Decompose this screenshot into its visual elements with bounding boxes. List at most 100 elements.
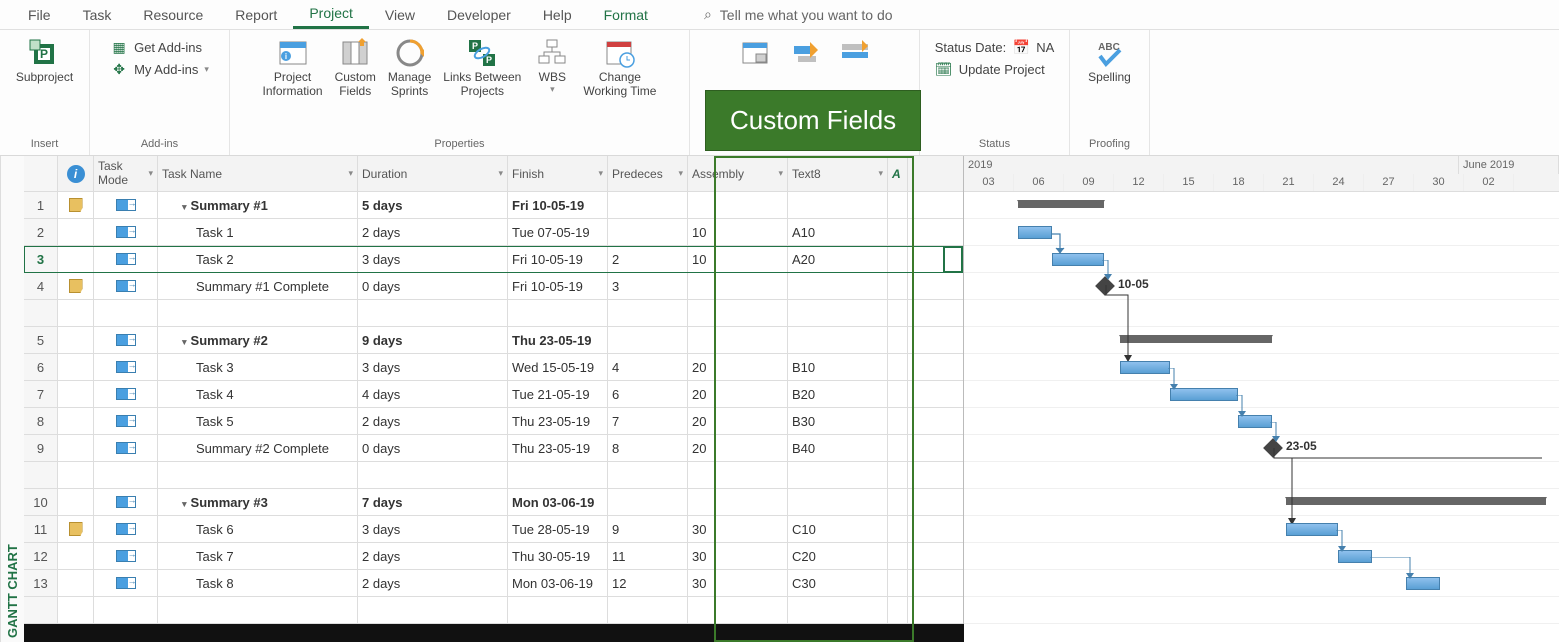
menu-file[interactable]: File — [12, 2, 67, 28]
duration-cell[interactable]: 0 days — [358, 273, 508, 299]
duration-cell[interactable]: 4 days — [358, 381, 508, 407]
task-mode-cell[interactable] — [94, 192, 158, 218]
finish-cell[interactable]: Thu 23-05-19 — [508, 408, 608, 434]
table-row[interactable]: 5Summary #29 daysThu 23-05-19 — [24, 327, 963, 354]
links-between-projects-button[interactable]: PP Links Between Projects — [437, 34, 527, 100]
task-name-cell[interactable]: Task 3 — [158, 354, 358, 380]
table-row[interactable] — [24, 597, 963, 624]
task-name-cell[interactable]: Task 4 — [158, 381, 358, 407]
text8-cell[interactable] — [788, 462, 888, 488]
finish-cell[interactable]: Thu 30-05-19 — [508, 543, 608, 569]
extra-cell[interactable] — [888, 597, 908, 623]
assembly-cell[interactable]: 10 — [688, 246, 788, 272]
extra-cell[interactable] — [888, 246, 908, 272]
extra-cell[interactable] — [888, 219, 908, 245]
task-name-cell[interactable]: Task 8 — [158, 570, 358, 596]
manage-sprints-button[interactable]: Manage Sprints — [382, 34, 437, 100]
row-number[interactable]: 12 — [24, 543, 58, 569]
table-row[interactable]: 3Task 23 daysFri 10-05-19210A20 — [24, 246, 963, 273]
extra-cell[interactable] — [888, 435, 908, 461]
indicator-cell[interactable] — [58, 408, 94, 434]
row-number[interactable]: 8 — [24, 408, 58, 434]
row-number[interactable]: 13 — [24, 570, 58, 596]
assembly-cell[interactable]: 20 — [688, 435, 788, 461]
extra-cell[interactable] — [888, 273, 908, 299]
assembly-cell[interactable] — [688, 327, 788, 353]
spelling-button[interactable]: ABC Spelling — [1082, 34, 1137, 86]
text8-cell[interactable]: A10 — [788, 219, 888, 245]
hdr-indicators[interactable]: i — [58, 156, 94, 191]
duration-cell[interactable]: 3 days — [358, 354, 508, 380]
assembly-cell[interactable]: 10 — [688, 219, 788, 245]
task-mode-cell[interactable] — [94, 408, 158, 434]
gantt-task-bar[interactable] — [1286, 523, 1338, 536]
finish-cell[interactable]: Thu 23-05-19 — [508, 327, 608, 353]
text8-cell[interactable] — [788, 300, 888, 326]
indicator-cell[interactable] — [58, 489, 94, 515]
hdr-finish[interactable]: Finish — [508, 156, 608, 191]
hdr-predecessors[interactable]: Predeces — [608, 156, 688, 191]
menu-resource[interactable]: Resource — [127, 2, 219, 28]
row-number[interactable]: 2 — [24, 219, 58, 245]
text8-cell[interactable] — [788, 327, 888, 353]
assembly-cell[interactable] — [688, 489, 788, 515]
predecessors-cell[interactable] — [608, 489, 688, 515]
text8-cell[interactable] — [788, 597, 888, 623]
project-information-button[interactable]: i Project Information — [257, 34, 329, 100]
gantt-row[interactable] — [964, 570, 1559, 597]
finish-cell[interactable] — [508, 462, 608, 488]
task-mode-cell[interactable] — [94, 489, 158, 515]
task-mode-cell[interactable] — [94, 354, 158, 380]
table-row[interactable]: 10Summary #37 daysMon 03-06-19 — [24, 489, 963, 516]
update-project-button[interactable]: 🗓 Update Project — [935, 60, 1055, 78]
hdr-task-name[interactable]: Task Name — [158, 156, 358, 191]
gantt-chart[interactable]: 2019 June 2019 0306091215182124273002 10… — [964, 156, 1559, 642]
table-row[interactable]: 8Task 52 daysThu 23-05-19720B30 — [24, 408, 963, 435]
predecessors-cell[interactable] — [608, 219, 688, 245]
gantt-row[interactable] — [964, 354, 1559, 381]
text8-cell[interactable]: C10 — [788, 516, 888, 542]
get-addins-button[interactable]: ▦ Get Add-ins — [110, 38, 209, 56]
task-mode-cell[interactable] — [94, 246, 158, 272]
table-row[interactable]: 13Task 82 daysMon 03-06-191230C30 — [24, 570, 963, 597]
task-mode-cell[interactable] — [94, 570, 158, 596]
gantt-task-bar[interactable] — [1120, 361, 1170, 374]
indicator-cell[interactable] — [58, 354, 94, 380]
gantt-row[interactable] — [964, 597, 1559, 624]
gantt-row[interactable] — [964, 381, 1559, 408]
predecessors-cell[interactable]: 11 — [608, 543, 688, 569]
row-number[interactable] — [24, 300, 58, 326]
predecessors-cell[interactable]: 4 — [608, 354, 688, 380]
finish-cell[interactable]: Thu 23-05-19 — [508, 435, 608, 461]
finish-cell[interactable] — [508, 300, 608, 326]
predecessors-cell[interactable] — [608, 300, 688, 326]
assembly-cell[interactable]: 30 — [688, 543, 788, 569]
assembly-cell[interactable]: 20 — [688, 381, 788, 407]
assembly-cell[interactable]: 20 — [688, 354, 788, 380]
assembly-cell[interactable]: 30 — [688, 570, 788, 596]
table-row[interactable]: 11Task 63 daysTue 28-05-19930C10 — [24, 516, 963, 543]
finish-cell[interactable]: Mon 03-06-19 — [508, 570, 608, 596]
indicator-cell[interactable] — [58, 570, 94, 596]
schedule-button-2[interactable] — [780, 34, 830, 72]
gantt-summary-bar[interactable] — [1120, 335, 1272, 343]
predecessors-cell[interactable] — [608, 192, 688, 218]
indicator-cell[interactable] — [58, 597, 94, 623]
extra-cell[interactable] — [888, 327, 908, 353]
finish-cell[interactable]: Wed 15-05-19 — [508, 354, 608, 380]
schedule-button-1[interactable] — [730, 34, 780, 72]
duration-cell[interactable]: 9 days — [358, 327, 508, 353]
duration-cell[interactable]: 2 days — [358, 219, 508, 245]
table-row[interactable]: 9Summary #2 Complete0 daysThu 23-05-1982… — [24, 435, 963, 462]
finish-cell[interactable]: Fri 10-05-19 — [508, 273, 608, 299]
hdr-assembly[interactable]: Assembly — [688, 156, 788, 191]
text8-cell[interactable]: A20 — [788, 246, 888, 272]
table-row[interactable]: 6Task 33 daysWed 15-05-19420B10 — [24, 354, 963, 381]
row-number[interactable]: 10 — [24, 489, 58, 515]
task-name-cell[interactable] — [158, 300, 358, 326]
row-number[interactable] — [24, 462, 58, 488]
finish-cell[interactable]: Tue 07-05-19 — [508, 219, 608, 245]
text8-cell[interactable] — [788, 273, 888, 299]
finish-cell[interactable]: Tue 21-05-19 — [508, 381, 608, 407]
row-number[interactable]: 1 — [24, 192, 58, 218]
